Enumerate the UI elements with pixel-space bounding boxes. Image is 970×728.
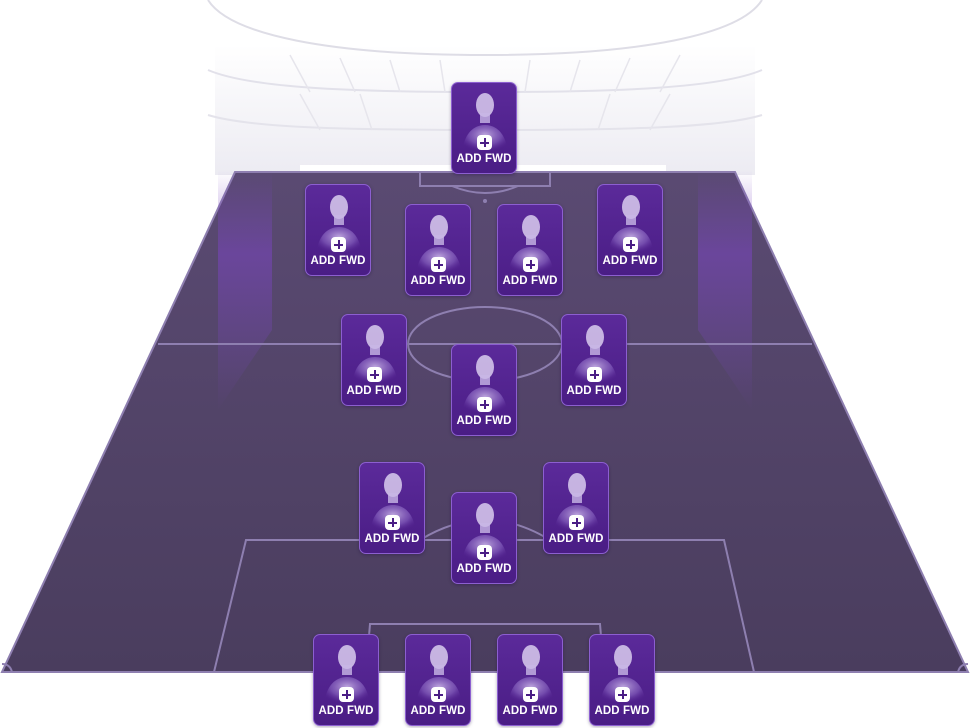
plus-square-icon [623,237,638,252]
plus-square-icon [523,257,538,272]
add-player-slot[interactable]: ADD FWD [561,314,627,406]
plus-square-icon [431,257,446,272]
plus-square-icon [431,687,446,702]
add-player-slot[interactable]: ADD FWD [405,634,471,726]
add-player-slot[interactable]: ADD FWD [597,184,663,276]
slot-label: ADD FWD [502,705,558,717]
add-player-slot[interactable]: ADD FWD [305,184,371,276]
squad-builder: ADD FWD ADD FWD ADD FWD ADD FWD ADD FWD ADD F… [0,0,970,728]
add-player-slot[interactable]: ADD FWD [589,634,655,726]
plus-square-icon [331,237,346,252]
add-player-slot[interactable]: ADD FWD [313,634,379,726]
add-player-slot[interactable]: ADD FWD [543,462,609,554]
plus-square-icon [587,367,602,382]
slot-label: ADD FWD [456,415,512,427]
slot-label: ADD FWD [456,563,512,575]
add-player-slot[interactable]: ADD FWD [341,314,407,406]
add-player-slot[interactable]: ADD FWD [451,82,517,174]
slot-label: ADD FWD [318,705,374,717]
slot-label: ADD FWD [410,705,466,717]
slot-label: ADD FWD [502,275,558,287]
plus-square-icon [615,687,630,702]
slot-label: ADD FWD [346,385,402,397]
plus-square-icon [523,687,538,702]
slot-label: ADD FWD [310,255,366,267]
slot-label: ADD FWD [548,533,604,545]
slot-label: ADD FWD [410,275,466,287]
add-player-slot[interactable]: ADD FWD [497,634,563,726]
plus-square-icon [477,135,492,150]
add-player-slot[interactable]: ADD FWD [497,204,563,296]
add-player-slot[interactable]: ADD FWD [359,462,425,554]
add-player-slot[interactable]: ADD FWD [451,492,517,584]
add-player-slot[interactable]: ADD FWD [451,344,517,436]
plus-square-icon [367,367,382,382]
plus-square-icon [339,687,354,702]
slot-label: ADD FWD [602,255,658,267]
plus-square-icon [477,397,492,412]
slot-label: ADD FWD [594,705,650,717]
plus-square-icon [569,515,584,530]
slot-label: ADD FWD [364,533,420,545]
slot-label: ADD FWD [566,385,622,397]
plus-square-icon [385,515,400,530]
plus-square-icon [477,545,492,560]
add-player-slot[interactable]: ADD FWD [405,204,471,296]
slot-label: ADD FWD [456,153,512,165]
